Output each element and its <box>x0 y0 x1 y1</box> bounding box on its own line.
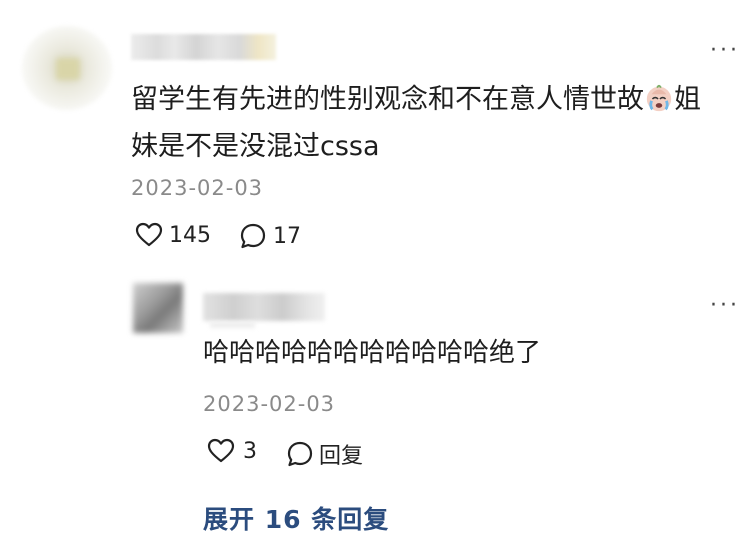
like-count: 145 <box>169 222 211 248</box>
comment-bubble-icon <box>240 223 266 249</box>
reply-username-blur-detail <box>210 322 255 328</box>
reply-more-options-icon[interactable]: ··· <box>710 295 740 317</box>
comment-bubble-icon <box>287 441 313 467</box>
reply-count: 17 <box>273 223 301 249</box>
crying-face-icon <box>646 84 672 112</box>
comment-body: 留学生有先进的性别观念和不在意人情世故 姐 妹是不是没混过cssa <box>131 76 741 170</box>
reply-text: 哈哈哈哈哈哈哈哈哈哈哈绝了 <box>203 338 542 368</box>
reply-count-button[interactable]: 17 <box>239 222 301 250</box>
reply-like-count: 3 <box>243 438 257 464</box>
avatar-detail <box>56 58 80 80</box>
heart-icon <box>207 438 235 463</box>
reply-button-label: 回复 <box>319 444 364 469</box>
comment-date: 2023-02-03 <box>131 176 264 200</box>
more-options-icon[interactable]: ··· <box>710 40 740 62</box>
comment-text-line2: 妹是不是没混过cssa <box>131 131 380 162</box>
comment-text-line1: 留学生有先进的性别观念和不在意人情世故 <box>131 84 644 115</box>
heart-icon <box>135 222 163 247</box>
reply-like-button[interactable]: 3 <box>207 438 257 464</box>
expand-replies-link[interactable]: 展开 16 条回复 <box>203 500 389 536</box>
username-blurred[interactable] <box>131 34 276 60</box>
reply-avatar[interactable] <box>133 283 183 333</box>
comment-text-line1-end: 姐 <box>674 84 701 115</box>
like-button[interactable]: 145 <box>135 222 211 248</box>
reply-button[interactable]: 回复 <box>286 438 363 470</box>
reply-username-blurred[interactable] <box>203 293 325 321</box>
reply-date: 2023-02-03 <box>203 392 336 416</box>
comment-text: 留学生有先进的性别观念和不在意人情世故 姐 妹是不是没混过cssa <box>131 76 741 170</box>
